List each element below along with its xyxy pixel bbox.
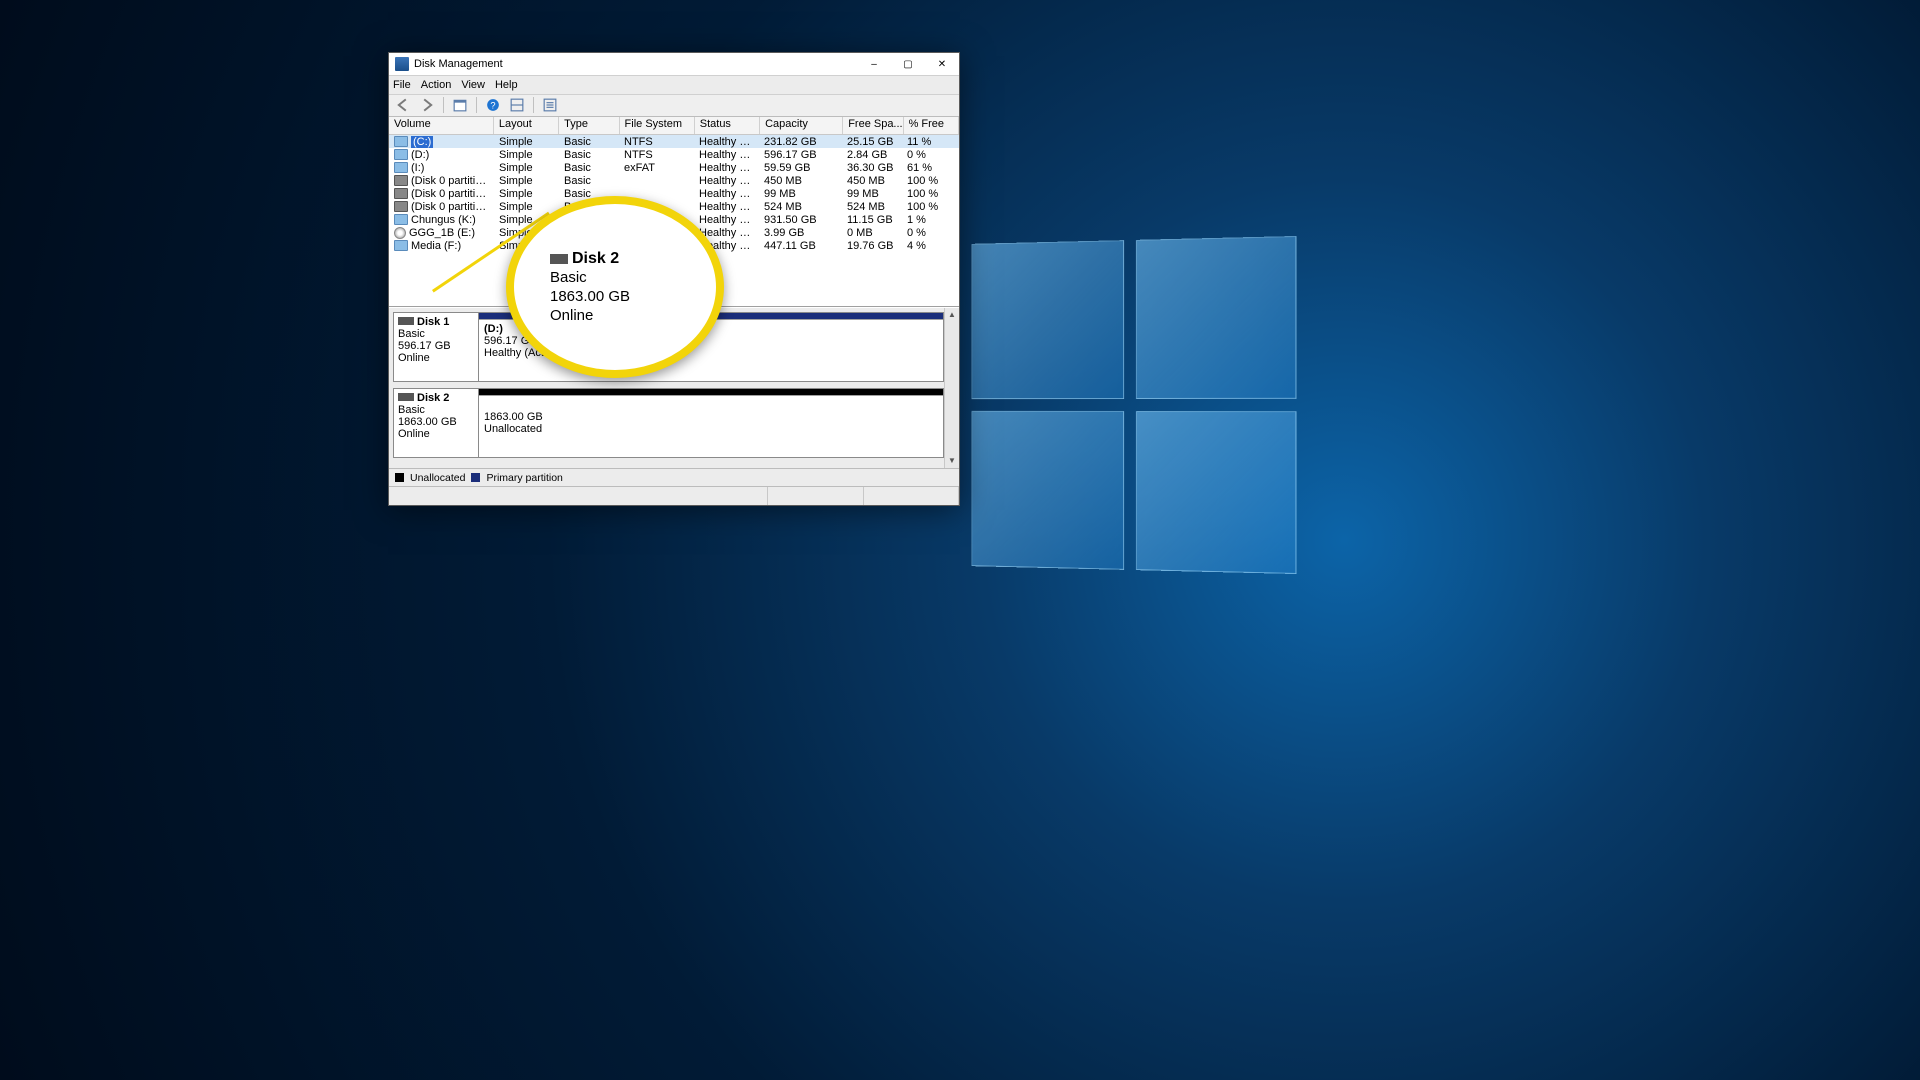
svg-text:?: ?	[490, 101, 495, 111]
legend-label-primary: Primary partition	[486, 472, 562, 484]
minimize-button[interactable]: –	[857, 53, 891, 75]
app-icon	[395, 57, 409, 71]
window-title: Disk Management	[414, 58, 503, 70]
disk-2-info: Disk 2 Basic 1863.00 GB Online	[394, 389, 479, 457]
legend-swatch-unallocated	[395, 473, 404, 482]
forward-button[interactable]	[417, 95, 437, 115]
col-pctfree[interactable]: % Free	[904, 117, 959, 134]
table-row[interactable]: (Disk 0 partition 1)SimpleBasicHealthy (…	[389, 174, 959, 187]
list-button[interactable]	[540, 95, 560, 115]
back-button[interactable]	[393, 95, 413, 115]
menu-file[interactable]: File	[393, 79, 411, 91]
col-type[interactable]: Type	[559, 117, 619, 134]
vertical-scrollbar[interactable]: ▲ ▼	[944, 308, 959, 468]
disk-2-partition[interactable]: 1863.00 GB Unallocated	[479, 389, 943, 457]
disk-icon	[398, 317, 414, 325]
col-volume[interactable]: Volume	[389, 117, 494, 134]
col-freespace[interactable]: Free Spa...	[843, 117, 903, 134]
menu-action[interactable]: Action	[421, 79, 452, 91]
col-filesystem[interactable]: File System	[620, 117, 695, 134]
table-row[interactable]: (I:)SimpleBasicexFATHealthy (P...59.59 G…	[389, 161, 959, 174]
help-button[interactable]: ?	[483, 95, 503, 115]
table-row[interactable]: (D:)SimpleBasicNTFSHealthy (A...596.17 G…	[389, 148, 959, 161]
maximize-button[interactable]: ▢	[891, 53, 925, 75]
status-bar	[389, 486, 959, 505]
col-layout[interactable]: Layout	[494, 117, 559, 134]
table-row[interactable]: (C:)SimpleBasicNTFSHealthy (B...231.82 G…	[389, 135, 959, 148]
magnifier-callout: Disk 2 Basic 1863.00 GB Online	[506, 196, 724, 378]
legend-label-unallocated: Unallocated	[410, 472, 465, 484]
col-status[interactable]: Status	[695, 117, 760, 134]
disk-icon	[550, 254, 568, 264]
disk-icon	[398, 393, 414, 401]
properties-button[interactable]	[450, 95, 470, 115]
legend: Unallocated Primary partition	[389, 468, 959, 487]
windows-logo	[971, 236, 1296, 574]
toolbar: ?	[389, 95, 959, 118]
col-capacity[interactable]: Capacity	[760, 117, 843, 134]
menubar: File Action View Help	[389, 76, 959, 95]
titlebar[interactable]: Disk Management – ▢ ✕	[389, 53, 959, 76]
disk-row-2[interactable]: Disk 2 Basic 1863.00 GB Online 1863.00 G…	[393, 388, 944, 458]
menu-help[interactable]: Help	[495, 79, 518, 91]
menu-view[interactable]: View	[461, 79, 485, 91]
table-row[interactable]: (Disk 0 partition 2)SimpleBasicHealthy (…	[389, 187, 959, 200]
legend-swatch-primary	[471, 473, 480, 482]
layout-button[interactable]	[507, 95, 527, 115]
scroll-down-icon[interactable]: ▼	[945, 454, 959, 468]
close-button[interactable]: ✕	[925, 53, 959, 75]
scroll-up-icon[interactable]: ▲	[945, 308, 959, 322]
volume-list-header: Volume Layout Type File System Status Ca…	[389, 117, 959, 135]
disk-1-info: Disk 1 Basic 596.17 GB Online	[394, 313, 479, 381]
